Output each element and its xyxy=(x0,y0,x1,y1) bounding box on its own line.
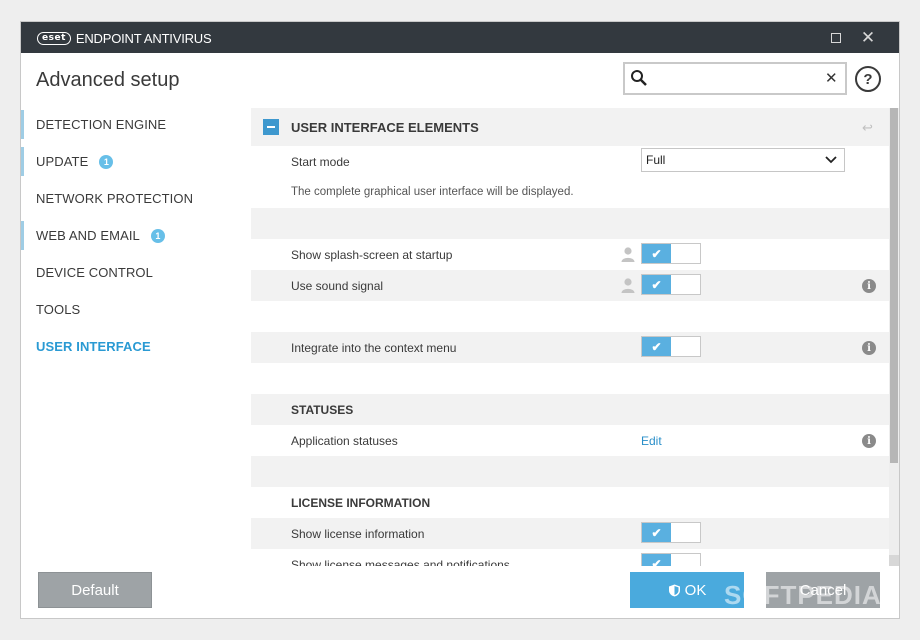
default-button[interactable]: Default xyxy=(38,572,152,608)
checkmark-icon: ✔ xyxy=(642,554,671,566)
setting-description-row: The complete graphical user interface wi… xyxy=(251,177,889,208)
sidebar-item-label: DETECTION ENGINE xyxy=(36,117,167,132)
setting-label: Show license information xyxy=(291,527,425,541)
setting-label: Start mode xyxy=(291,155,350,169)
group-title: STATUSES xyxy=(291,403,354,417)
checkmark-icon: ✔ xyxy=(642,523,671,542)
sidebar-item-label: NETWORK PROTECTION xyxy=(36,191,194,206)
shield-icon xyxy=(668,584,680,596)
setting-label: Integrate into the context menu xyxy=(291,341,457,355)
maximize-button[interactable] xyxy=(821,22,851,53)
sidebar-item-update[interactable]: UPDATE 1 xyxy=(21,143,251,180)
spacer-row xyxy=(251,208,889,239)
user-icon xyxy=(621,247,635,262)
vertical-scrollbar[interactable] xyxy=(889,108,899,566)
sidebar-item-web-and-email[interactable]: WEB AND EMAIL 1 xyxy=(21,217,251,254)
start-mode-select[interactable]: Full xyxy=(641,148,845,172)
close-icon: ✕ xyxy=(860,27,876,47)
notification-badge: 1 xyxy=(150,228,165,243)
context-menu-toggle[interactable]: ✔ xyxy=(641,336,701,357)
page-title: Advanced setup xyxy=(36,69,180,91)
sidebar-item-tools[interactable]: TOOLS xyxy=(21,291,251,328)
sidebar-item-label: WEB AND EMAIL xyxy=(36,228,140,243)
group-header-statuses: STATUSES xyxy=(251,394,889,425)
ok-button-label: OK xyxy=(684,581,707,599)
setting-row-context-menu: Integrate into the context menu ✔ i xyxy=(251,332,889,363)
checkmark-icon: ✔ xyxy=(642,275,671,294)
select-value: Full xyxy=(646,153,666,167)
collapse-icon[interactable] xyxy=(263,119,279,135)
cancel-button-label: Cancel xyxy=(799,581,847,599)
sidebar-item-label: USER INTERFACE xyxy=(36,339,151,354)
section-header: USER INTERFACE ELEMENTS ↩ xyxy=(251,108,889,146)
setting-label: Use sound signal xyxy=(291,279,384,293)
brand-product-name: ENDPOINT ANTIVIRUS xyxy=(75,30,212,46)
sidebar-item-network-protection[interactable]: NETWORK PROTECTION xyxy=(21,180,251,217)
sidebar-item-user-interface[interactable]: USER INTERFACE xyxy=(21,328,251,365)
sidebar: DETECTION ENGINE UPDATE 1 NETWORK PROTEC… xyxy=(21,106,251,365)
sidebar-item-device-control[interactable]: DEVICE CONTROL xyxy=(21,254,251,291)
revert-icon[interactable]: ↩ xyxy=(862,120,873,136)
brand-logo: eset xyxy=(37,31,71,45)
edit-statuses-link[interactable]: Edit xyxy=(641,434,662,448)
setting-row-license-messages: Show license messages and notifications … xyxy=(251,549,889,566)
help-icon: ? xyxy=(863,70,873,88)
setting-row-show-license-information: Show license information ✔ xyxy=(251,518,889,549)
notification-badge: 1 xyxy=(99,154,114,169)
setting-row-sound-signal: Use sound signal ✔ i xyxy=(251,270,889,301)
user-icon xyxy=(621,278,635,293)
chevron-down-icon xyxy=(825,156,837,164)
start-mode-description: The complete graphical user interface wi… xyxy=(291,186,574,198)
brand: eset ENDPOINT ANTIVIRUS xyxy=(37,30,212,46)
maximize-icon xyxy=(831,32,841,43)
spacer-row xyxy=(251,363,889,394)
settings-panel: USER INTERFACE ELEMENTS ↩ Start mode Ful… xyxy=(251,108,889,566)
app-window: eset ENDPOINT ANTIVIRUS ✕ Advanced setup… xyxy=(20,21,900,619)
section-title: USER INTERFACE ELEMENTS xyxy=(291,120,479,135)
setting-row-start-mode: Start mode Full xyxy=(251,146,889,177)
search-box[interactable]: ✕ xyxy=(623,62,847,95)
spacer-row xyxy=(251,301,889,332)
ok-button[interactable]: OK xyxy=(630,572,744,608)
info-icon[interactable]: i xyxy=(862,434,876,448)
cancel-button[interactable]: Cancel xyxy=(766,572,880,608)
sidebar-item-label: TOOLS xyxy=(36,302,81,317)
search-icon xyxy=(631,70,647,86)
checkmark-icon: ✔ xyxy=(642,244,671,263)
setting-label: Show license messages and notifications xyxy=(291,558,510,566)
license-information-toggle[interactable]: ✔ xyxy=(641,522,701,543)
checkmark-icon: ✔ xyxy=(642,337,671,356)
search-input[interactable] xyxy=(653,68,821,90)
sound-signal-toggle[interactable]: ✔ xyxy=(641,274,701,295)
info-icon[interactable]: i xyxy=(862,279,876,293)
group-header-license-information: LICENSE INFORMATION xyxy=(251,487,889,518)
help-button[interactable]: ? xyxy=(855,66,881,92)
setting-row-application-statuses: Application statuses Edit i xyxy=(251,425,889,456)
default-button-label: Default xyxy=(71,581,119,599)
spacer-row xyxy=(251,456,889,487)
sidebar-item-label: UPDATE xyxy=(36,154,89,169)
scroll-down-arrow[interactable] xyxy=(889,555,899,566)
sidebar-item-label: DEVICE CONTROL xyxy=(36,265,153,280)
close-button[interactable]: ✕ xyxy=(853,22,883,53)
clear-search-icon[interactable]: ✕ xyxy=(825,69,838,87)
group-title: LICENSE INFORMATION xyxy=(291,496,431,510)
scrollbar-thumb[interactable] xyxy=(890,108,898,463)
setting-row-splash-screen: Show splash-screen at startup ✔ xyxy=(251,239,889,270)
license-messages-toggle[interactable]: ✔ xyxy=(641,553,701,566)
title-bar: eset ENDPOINT ANTIVIRUS ✕ xyxy=(21,22,899,53)
setting-label: Show splash-screen at startup xyxy=(291,248,453,262)
sidebar-item-detection-engine[interactable]: DETECTION ENGINE xyxy=(21,106,251,143)
info-icon[interactable]: i xyxy=(862,341,876,355)
splash-screen-toggle[interactable]: ✔ xyxy=(641,243,701,264)
setting-label: Application statuses xyxy=(291,434,398,448)
